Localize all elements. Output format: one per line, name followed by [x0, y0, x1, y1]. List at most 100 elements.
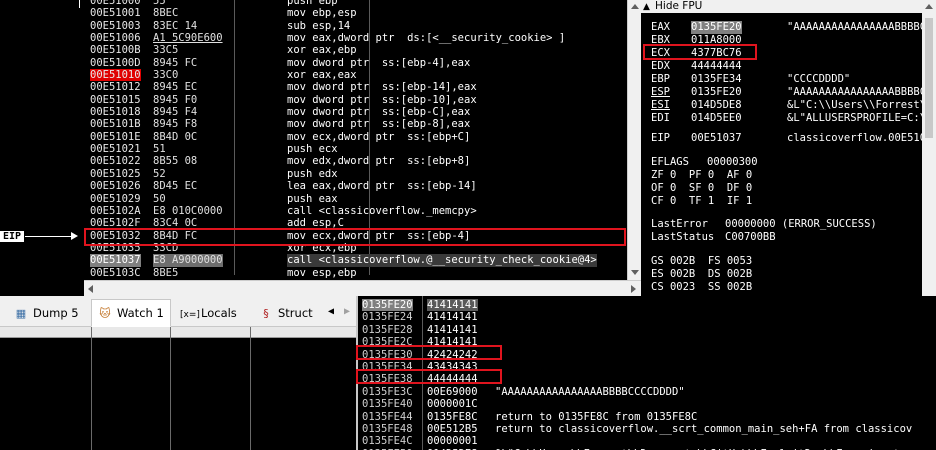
stack-value: 00E512B5: [427, 422, 478, 435]
stack-address: 0135FE24: [362, 311, 413, 324]
disasm-row[interactable]: 00E5101B 8945 F8 mov dword ptr ss:[ebp-8],…: [84, 118, 627, 130]
tab-scroll-left-icon[interactable]: ◀: [324, 303, 338, 321]
stack-row[interactable]: 0135FE20 41414141: [358, 299, 936, 312]
disasm-row[interactable]: 00E5103C 8BE5 mov esp,ebp: [84, 267, 627, 279]
stack-row[interactable]: 0135FE34 43434343: [358, 361, 936, 373]
disasm-bytes: E8 A9000000: [153, 254, 223, 267]
disasm-row[interactable]: 00E51021 51 push ecx: [84, 143, 627, 155]
tab-label: Locals: [201, 306, 237, 320]
registers-header[interactable]: ▲ Hide FPU: [641, 0, 936, 13]
disasm-row[interactable]: 00E51035 33CD xor ecx,ebp: [84, 242, 627, 254]
disasm-row[interactable]: 00E5102F 83C4 0C add esp,C: [84, 217, 627, 229]
disasm-row[interactable]: 00E51032 8B4D FC mov ecx,dword ptr ss:[ebp…: [84, 230, 627, 242]
jump-line: [79, 0, 80, 8]
stack-row[interactable]: 0135FE44 0135FE8C return to 0135FE8C from …: [358, 411, 936, 423]
disasm-row[interactable]: 00E51037 E8 A9000000 call <classicoverflow…: [84, 254, 627, 267]
scroll-up-icon[interactable]: [631, 4, 639, 9]
disasm-row[interactable]: 00E5100B 33C5 xor eax,ebp: [84, 44, 627, 56]
disasm-address: 00E51006: [90, 32, 141, 45]
hide-fpu-button[interactable]: Hide FPU: [655, 0, 702, 12]
disasm-address: 00E51037: [90, 254, 141, 267]
disasm-row[interactable]: 00E51000 55 push ebp: [84, 0, 627, 7]
disasm-row[interactable]: 00E51026 8D45 EC lea eax,dword ptr ss:[ebp…: [84, 180, 627, 192]
stack-row[interactable]: 0135FE24 41414141: [358, 311, 936, 323]
stack-address: 0135FE4C: [362, 435, 413, 448]
watch-grid[interactable]: [0, 327, 356, 450]
disasm-address: 00E51012: [90, 81, 141, 94]
tab-struct[interactable]: § Struct: [253, 301, 319, 325]
stack-row[interactable]: 0135FE48 00E512B5 return to classicoverflo…: [358, 423, 936, 435]
stack-row[interactable]: 0135FE38 44444444: [358, 373, 936, 385]
disassembly-rows: 00E51000 55 push ebp 00E51001 8BEC mov ebp,es…: [84, 0, 627, 280]
register-name: ECX: [651, 47, 670, 59]
tab-locals[interactable]: [x=]Locals: [176, 301, 243, 325]
registers-scrollbar[interactable]: [922, 0, 936, 296]
locals-icon: [x=]: [180, 310, 200, 320]
disasm-row[interactable]: 00E51029 50 push eax: [84, 193, 627, 205]
disasm-instruction: sub esp,14: [287, 19, 351, 32]
stack-row[interactable]: 0135FE3C 00E69000 "AAAAAAAAAAAAAAAABBBBCCC…: [358, 386, 936, 398]
register-comment: "AAAAAAAAAAAAAAAABBBBCC: [787, 86, 933, 98]
scroll-left-icon[interactable]: [88, 285, 93, 293]
disasm-row[interactable]: 00E5102A E8 010C0000 call <classicoverflow…: [84, 205, 627, 217]
stack-address: 0135FE28: [362, 323, 413, 336]
register-name: EBP: [651, 73, 670, 85]
disasm-row[interactable]: 00E51010 33C0 xor eax,eax: [84, 69, 627, 82]
disasm-row[interactable]: 00E51012 8945 EC mov dword ptr ss:[ebp-14]…: [84, 81, 627, 93]
stack-address: 0135FE44: [362, 410, 413, 423]
stack-row[interactable]: 0135FE2C 41414141: [358, 336, 936, 348]
tab-scroll-right-icon[interactable]: ▶: [340, 303, 354, 321]
register-value: 44444444: [691, 60, 742, 72]
scroll-down-icon[interactable]: [631, 270, 639, 275]
stack-row[interactable]: 0135FE40 0000001C: [358, 398, 936, 410]
disasm-bytes: 55: [153, 0, 166, 7]
disasm-address: 00E5100D: [90, 56, 141, 69]
disasm-bytes: 83EC 14: [153, 19, 198, 32]
disassembly-hscrollbar[interactable]: [84, 280, 641, 297]
disasm-instruction: mov dword ptr ss:[ebp-C],eax: [287, 106, 471, 119]
segment-row: GS 002B FS 0053: [651, 255, 753, 267]
disasm-row[interactable]: 00E51001 8BEC mov ebp,esp: [84, 7, 627, 19]
disasm-bytes: 33C5: [153, 44, 179, 57]
disassembly-scrollbar[interactable]: [627, 0, 642, 280]
register-value: 4377BC76: [691, 47, 742, 59]
scroll-right-icon[interactable]: [631, 285, 636, 293]
disasm-address: 00E51022: [90, 155, 141, 168]
disasm-instruction: lea eax,dword ptr ss:[ebp-14]: [287, 180, 477, 193]
register-name: ESI: [651, 99, 670, 111]
scroll-up-icon[interactable]: [925, 4, 933, 9]
stack-row[interactable]: 0135FE4C 00000001: [358, 435, 936, 447]
flags-row: ZF 0 PF 0 AF 0: [651, 169, 753, 181]
disasm-instruction: add esp,C: [287, 217, 344, 230]
disasm-row[interactable]: 00E51025 52 push edx: [84, 168, 627, 180]
disasm-bytes: 33C0: [153, 69, 179, 82]
disasm-row[interactable]: 00E51006 A1 5C90E600 mov eax,dword ptr ds:…: [84, 32, 627, 44]
stack-value: 42424242: [427, 348, 478, 361]
disasm-bytes: 8945 F8: [153, 118, 198, 131]
stack-address: 0135FE2C: [362, 336, 413, 349]
disasm-bytes: 51: [153, 143, 166, 156]
stack-row[interactable]: 0135FE30 42424242: [358, 349, 936, 361]
disasm-row[interactable]: 00E5100D 8945 FC mov dword ptr ss:[ebp-4],…: [84, 57, 627, 69]
disasm-address: 00E5103C: [90, 266, 141, 279]
dump-icon: ▦: [15, 307, 27, 320]
disasm-address: 00E51018: [90, 106, 141, 119]
stack-comment: return to classicoverflow.__scrt_common_…: [495, 422, 913, 435]
disassembly-pane[interactable]: 00E51000 55 push ebp 00E51001 8BEC mov ebp,es…: [0, 0, 627, 280]
collapse-icon[interactable]: ▲: [643, 1, 650, 14]
disasm-row[interactable]: 00E51015 8945 F0 mov dword ptr ss:[ebp-10]…: [84, 94, 627, 106]
disasm-address: 00E51029: [90, 192, 141, 205]
tab-dump-5[interactable]: ▦ Dump 5: [8, 301, 85, 325]
disasm-address: 00E5102F: [90, 217, 141, 230]
scrollbar-thumb[interactable]: [925, 18, 933, 138]
tab-watch-1[interactable]: 🐱 Watch 1: [91, 299, 171, 327]
stack-pane[interactable]: 0135FE20 41414141 0135FE24 41414141 0135FE28…: [356, 296, 936, 450]
disasm-instruction: mov ecx,dword ptr ss:[ebp+C]: [287, 130, 471, 143]
bottom-tab-panel: ▦ Dump 5 🐱 Watch 1 [x=]Locals § Struct ◀ ▶: [0, 296, 356, 450]
disasm-row[interactable]: 00E51022 8B55 08 mov edx,dword ptr ss:[ebp…: [84, 155, 627, 167]
disasm-row[interactable]: 00E5101E 8B4D 0C mov ecx,dword ptr ss:[ebp…: [84, 131, 627, 143]
disasm-row[interactable]: 00E51018 8945 F4 mov dword ptr ss:[ebp-C],…: [84, 106, 627, 118]
disasm-instruction: mov dword ptr ss:[ebp-4],eax: [287, 56, 471, 69]
stack-row[interactable]: 0135FE28 41414141: [358, 324, 936, 336]
disasm-row[interactable]: 00E51003 83EC 14 sub esp,14: [84, 20, 627, 32]
